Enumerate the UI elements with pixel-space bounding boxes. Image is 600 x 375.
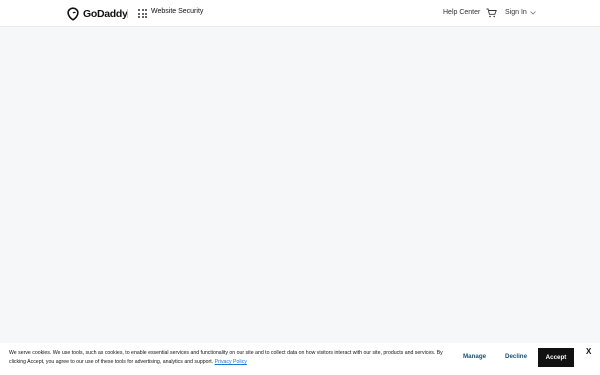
top-header: GoDaddy Website Security Help Center Sig… <box>0 0 600 27</box>
product-title[interactable]: Website Security <box>151 8 203 15</box>
godaddy-logo[interactable]: GoDaddy <box>66 6 128 21</box>
godaddy-logo-icon <box>67 6 79 21</box>
header-divider <box>127 9 128 18</box>
apps-grid-icon[interactable] <box>138 9 147 18</box>
logo-text: GoDaddy <box>83 7 128 20</box>
decline-button[interactable]: Decline <box>505 353 527 360</box>
accept-button[interactable]: Accept <box>538 348 574 367</box>
chevron-down-icon <box>530 10 536 15</box>
privacy-policy-link[interactable]: Privacy Policy <box>215 359 247 365</box>
cookie-message: We serve cookies. We use tools, such as … <box>9 349 449 367</box>
cart-icon[interactable] <box>486 8 497 18</box>
help-center-link[interactable]: Help Center <box>443 9 480 16</box>
sign-in-menu[interactable]: Sign In <box>505 9 536 16</box>
sign-in-label: Sign In <box>505 9 527 16</box>
close-icon[interactable]: X <box>586 347 591 356</box>
manage-button[interactable]: Manage <box>463 353 486 360</box>
